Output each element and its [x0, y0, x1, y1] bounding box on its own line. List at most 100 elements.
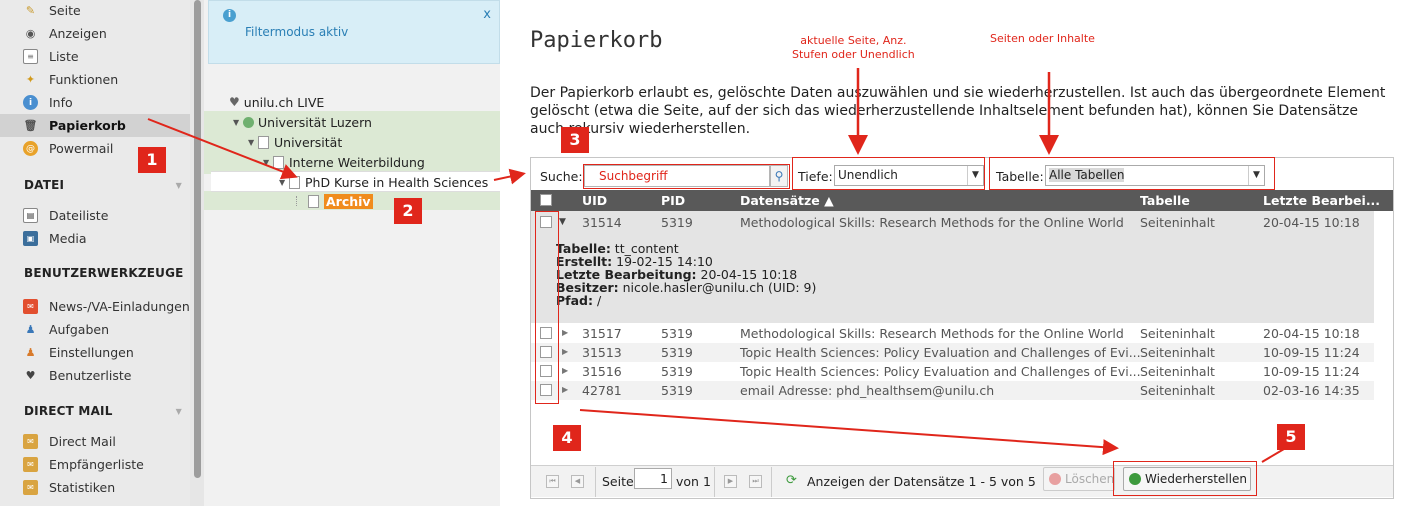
- page-icon: [289, 175, 300, 189]
- column-last-modified[interactable]: Letzte Bearbei...: [1263, 193, 1380, 208]
- menu-item-label: Direct Mail: [49, 434, 116, 449]
- tree-node-universitaet-luzern[interactable]: ▼ Universität Luzern: [233, 112, 372, 132]
- menu-item-news-einladungen[interactable]: ✉ News-/VA-Einladungen: [0, 295, 190, 318]
- next-page-icon[interactable]: ▶: [724, 475, 737, 488]
- menu-item-label: Einstellungen: [49, 345, 134, 360]
- menu-item-label: Aufgaben: [49, 322, 110, 337]
- menu-item-aufgaben[interactable]: ♟ Aufgaben: [0, 318, 190, 341]
- cell-record: email Adresse: phd_healthsem@unilu.ch: [740, 383, 995, 398]
- menu-item-label: News-/VA-Einladungen: [49, 299, 190, 314]
- page-label: Seite: [602, 474, 634, 489]
- expand-triangle-icon[interactable]: ▶: [562, 347, 568, 356]
- expand-triangle-icon[interactable]: ▶: [562, 328, 568, 337]
- section-direct-mail[interactable]: DIRECT MAIL ▼: [0, 400, 190, 422]
- page-input[interactable]: 1: [634, 468, 672, 489]
- column-records[interactable]: Datensätze ▲: [740, 193, 834, 208]
- column-pid[interactable]: PID: [661, 193, 685, 208]
- tree-node-archiv[interactable]: Archiv: [296, 191, 373, 211]
- settings-icon: ♟: [25, 346, 36, 359]
- tasks-icon: ♟: [25, 323, 36, 336]
- collapse-triangle-icon[interactable]: ▼: [279, 178, 289, 187]
- menu-item-label: Empfängerliste: [49, 457, 144, 472]
- typo3-icon: ♥: [229, 95, 240, 109]
- pager-separator: [714, 467, 715, 497]
- grid-header: UID PID Datensätze ▲ Tabelle Letzte Bear…: [531, 190, 1393, 211]
- cell-record: Methodological Skills: Research Methods …: [740, 215, 1124, 230]
- menu-item-direct-mail[interactable]: ✉ Direct Mail: [0, 430, 190, 453]
- mail-icon: ✉: [23, 434, 38, 449]
- step-badge-5: 5: [1277, 424, 1305, 450]
- menu-item-label: Papierkorb: [49, 118, 126, 133]
- column-table[interactable]: Tabelle: [1140, 193, 1190, 208]
- menu-item-label: Benutzerliste: [49, 368, 132, 383]
- section-datei[interactable]: DATEI ▼: [0, 174, 190, 196]
- delete-label: Löschen: [1065, 472, 1115, 486]
- tree-node-universitaet[interactable]: ▼ Universität: [248, 132, 342, 152]
- record-details: Tabelle: tt_content Erstellt: 19-02-15 1…: [556, 242, 816, 307]
- step-badge-2: 2: [394, 198, 422, 224]
- menu-item-benutzerliste[interactable]: ♥ Benutzerliste: [0, 364, 190, 387]
- menu-item-papierkorb[interactable]: 🗑︎ Papierkorb: [0, 114, 190, 137]
- table-row[interactable]: ▼ 31514 5319 Methodological Skills: Rese…: [531, 213, 1374, 232]
- cell-uid: 31517: [582, 326, 622, 341]
- table-row[interactable]: ▶ 31517 5319 Methodological Skills: Rese…: [531, 324, 1374, 343]
- cell-pid: 5319: [661, 215, 693, 230]
- page-title: Papierkorb: [530, 28, 663, 53]
- menu-item-funktionen[interactable]: ✦ Funktionen: [0, 68, 190, 91]
- menu-item-label: Seite: [49, 3, 81, 18]
- section-label: DATEI: [24, 178, 65, 192]
- section-benutzerwerkzeuge[interactable]: BENUTZERWERKZEUGE: [0, 262, 190, 284]
- collapse-triangle-icon[interactable]: ▼: [263, 158, 273, 167]
- tree-node-phd-kurse[interactable]: ▼ PhD Kurse in Health Sciences: [279, 172, 488, 192]
- menu-item-liste[interactable]: ≡ Liste: [0, 45, 190, 68]
- pager-info: Anzeigen der Datensätze 1 - 5 von 5: [807, 474, 1036, 489]
- first-page-icon[interactable]: ⏮: [546, 475, 559, 488]
- menu-item-empfaengerliste[interactable]: ✉ Empfängerliste: [0, 453, 190, 476]
- list-icon: ≡: [23, 49, 38, 64]
- close-icon[interactable]: x: [483, 7, 491, 22]
- cell-date: 20-04-15 10:18: [1263, 326, 1360, 341]
- section-label: DIRECT MAIL: [24, 404, 113, 418]
- tree-node-root[interactable]: ♥ unilu.ch LIVE: [229, 92, 324, 112]
- menu-item-info[interactable]: i Info: [0, 91, 190, 114]
- cell-table: Seiteninhalt: [1140, 345, 1215, 360]
- tree-node-label: Interne Weiterbildung: [289, 154, 425, 170]
- page-icon: [258, 135, 269, 149]
- refresh-icon[interactable]: ⟳: [786, 473, 797, 488]
- menu-item-dateiliste[interactable]: ▤ Dateiliste: [0, 204, 190, 227]
- select-all-checkbox[interactable]: [540, 194, 552, 206]
- menu-scroll-thumb[interactable]: [194, 0, 201, 478]
- collapse-triangle-icon[interactable]: ▼: [233, 118, 243, 127]
- filter-mode-notice: i Filtermodus aktiv x: [208, 0, 500, 64]
- highlight-search: [583, 164, 790, 189]
- last-page-icon[interactable]: ⏭: [749, 475, 762, 488]
- search-label: Suche:: [540, 169, 583, 184]
- cell-uid: 42781: [582, 383, 622, 398]
- expand-triangle-icon[interactable]: ▶: [562, 385, 568, 394]
- cell-pid: 5319: [661, 364, 693, 379]
- menu-item-media[interactable]: ▣ Media: [0, 227, 190, 250]
- table-row[interactable]: ▶ 42781 5319 email Adresse: phd_healthse…: [531, 381, 1374, 400]
- cell-table: Seiteninhalt: [1140, 215, 1215, 230]
- prev-page-icon[interactable]: ◀: [571, 475, 584, 488]
- table-row[interactable]: ▶ 31513 5319 Topic Health Sciences: Poli…: [531, 343, 1374, 362]
- delete-button[interactable]: Löschen: [1043, 467, 1115, 491]
- menu-item-statistiken[interactable]: ✉ Statistiken: [0, 476, 190, 499]
- tree-node-label: unilu.ch LIVE: [243, 94, 325, 110]
- expand-triangle-icon[interactable]: ▶: [562, 366, 568, 375]
- table-row[interactable]: ▶ 31516 5319 Topic Health Sciences: Poli…: [531, 362, 1374, 381]
- collapse-triangle-icon[interactable]: ▼: [559, 217, 566, 227]
- screenshot-root: ✎ Seite ◉ Anzeigen ≡ Liste ✦ Funktionen i Inf…: [0, 0, 1408, 506]
- recipients-icon: ✉: [23, 457, 38, 472]
- menu-item-seite[interactable]: ✎ Seite: [0, 0, 190, 22]
- step-badge-3: 3: [561, 127, 589, 153]
- tree-node-label: Universität Luzern: [258, 114, 372, 130]
- page-icon: [273, 155, 284, 169]
- tree-node-label: Archiv: [324, 193, 373, 209]
- menu-item-einstellungen[interactable]: ♟ Einstellungen: [0, 341, 190, 364]
- column-uid[interactable]: UID: [582, 193, 607, 208]
- collapse-triangle-icon[interactable]: ▼: [248, 138, 258, 147]
- menu-item-anzeigen[interactable]: ◉ Anzeigen: [0, 22, 190, 45]
- tree-node-interne-weiterbildung[interactable]: ▼ Interne Weiterbildung: [263, 152, 425, 172]
- annotation-depth-note: aktuelle Seite, Anz. Stufen oder Unendli…: [792, 34, 915, 61]
